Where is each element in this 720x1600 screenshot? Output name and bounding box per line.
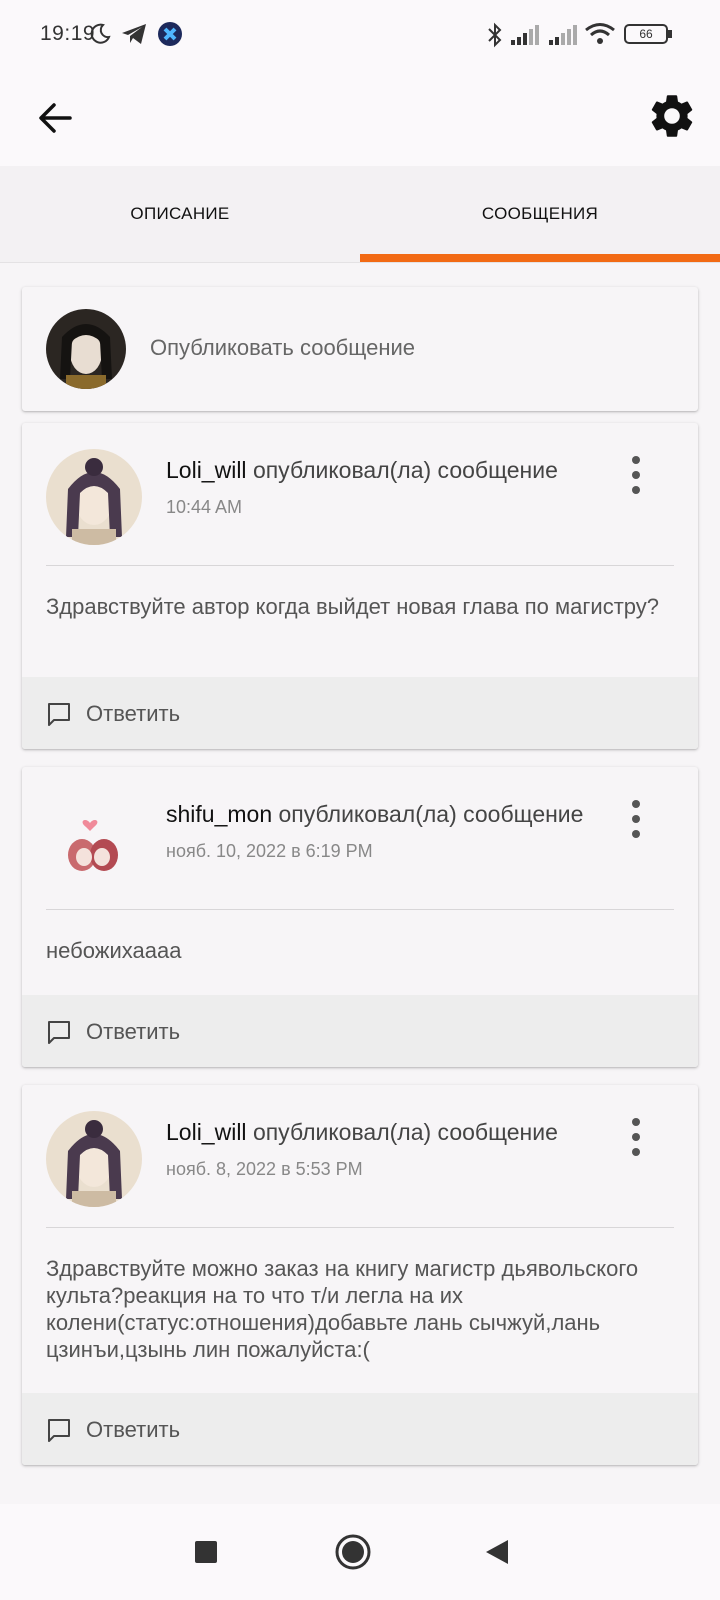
- author-avatar[interactable]: [46, 793, 142, 889]
- gear-icon[interactable]: [646, 90, 698, 142]
- moon-icon: [90, 23, 111, 44]
- app-bar: [0, 70, 720, 166]
- tab-messages[interactable]: СООБЩЕНИЯ: [360, 166, 720, 262]
- post-divider: [46, 909, 674, 910]
- author-name[interactable]: Loli_will: [166, 1119, 247, 1145]
- author-name[interactable]: Loli_will: [166, 457, 247, 483]
- post-body: Здравствуйте автор когда выйдет новая гл…: [46, 594, 660, 619]
- signal-icon: [511, 25, 539, 45]
- post-header: shifu_mon опубликовал(ла) сообщение нояб…: [22, 767, 698, 911]
- author-name[interactable]: shifu_mon: [166, 801, 272, 827]
- user-avatar: [46, 309, 126, 389]
- post-author-line: Loli_will опубликовал(ла) сообщение: [166, 1119, 558, 1146]
- comment-icon: [48, 1021, 70, 1044]
- tab-bar: ОПИСАНИЕ СООБЩЕНИЯ: [0, 166, 720, 263]
- status-time: 19:19: [40, 22, 96, 45]
- reply-button[interactable]: Ответить: [22, 677, 698, 749]
- post-author-line: shifu_mon опубликовал(ла) сообщение: [166, 801, 583, 828]
- post-body: Здравствуйте можно заказ на книгу магист…: [46, 1256, 639, 1362]
- back-arrow-icon[interactable]: [36, 94, 84, 142]
- post-card: Loli_will опубликовал(ла) сообщение нояб…: [22, 1085, 698, 1465]
- post-body: небожихаааа: [46, 938, 182, 963]
- post-author-line: Loli_will опубликовал(ла) сообщение: [166, 457, 558, 484]
- more-options-icon[interactable]: [620, 797, 652, 841]
- reply-label: Ответить: [86, 701, 181, 726]
- active-tab-indicator: [360, 254, 720, 262]
- post-timestamp: нояб. 10, 2022 в 6:19 PM: [166, 841, 373, 861]
- post-timestamp: нояб. 8, 2022 в 5:53 PM: [166, 1159, 363, 1179]
- post-divider: [46, 565, 674, 566]
- battery-tip: [668, 30, 672, 38]
- post-header: Loli_will опубликовал(ла) сообщение 10:4…: [22, 423, 698, 567]
- compose-card[interactable]: Опубликовать сообщение: [22, 287, 698, 411]
- telegram-icon: [122, 24, 146, 44]
- wifi-icon: [585, 23, 615, 44]
- more-options-icon[interactable]: [620, 1115, 652, 1159]
- comment-icon: [48, 1419, 70, 1442]
- reply-button[interactable]: Ответить: [22, 995, 698, 1067]
- status-bar: 19:19 66: [0, 0, 720, 70]
- post-divider: [46, 1227, 674, 1228]
- more-options-icon[interactable]: [620, 453, 652, 497]
- post-action-text: опубликовал(ла) сообщение: [252, 457, 558, 483]
- post-card: shifu_mon опубликовал(ла) сообщение нояб…: [22, 767, 698, 1067]
- reply-label: Ответить: [86, 1417, 181, 1442]
- recents-square-icon[interactable]: [194, 1540, 218, 1564]
- post-card: Loli_will опубликовал(ла) сообщение 10:4…: [22, 423, 698, 749]
- post-action-text: опубликовал(ла) сообщение: [278, 801, 584, 827]
- post-action-text: опубликовал(ла) сообщение: [252, 1119, 558, 1145]
- comment-icon: [48, 703, 70, 726]
- reply-label: Ответить: [86, 1019, 181, 1044]
- home-circle-icon[interactable]: [334, 1533, 372, 1571]
- author-avatar[interactable]: [46, 449, 142, 545]
- system-nav-bar: [0, 1504, 720, 1600]
- battery-icon: 66: [624, 24, 668, 44]
- back-triangle-icon[interactable]: [484, 1538, 510, 1566]
- tab-description[interactable]: ОПИСАНИЕ: [0, 166, 360, 262]
- author-avatar[interactable]: [46, 1111, 142, 1207]
- battery-level: 66: [639, 27, 653, 41]
- messages-feed[interactable]: Опубликовать сообщение Loli_will опублик…: [0, 263, 720, 1503]
- compose-placeholder[interactable]: Опубликовать сообщение: [150, 335, 415, 361]
- reply-button[interactable]: Ответить: [22, 1393, 698, 1465]
- app-badge-icon: [158, 22, 182, 46]
- signal-icon: [549, 25, 577, 45]
- bluetooth-icon: [488, 22, 502, 48]
- post-timestamp: 10:44 AM: [166, 497, 243, 517]
- post-header: Loli_will опубликовал(ла) сообщение нояб…: [22, 1085, 698, 1229]
